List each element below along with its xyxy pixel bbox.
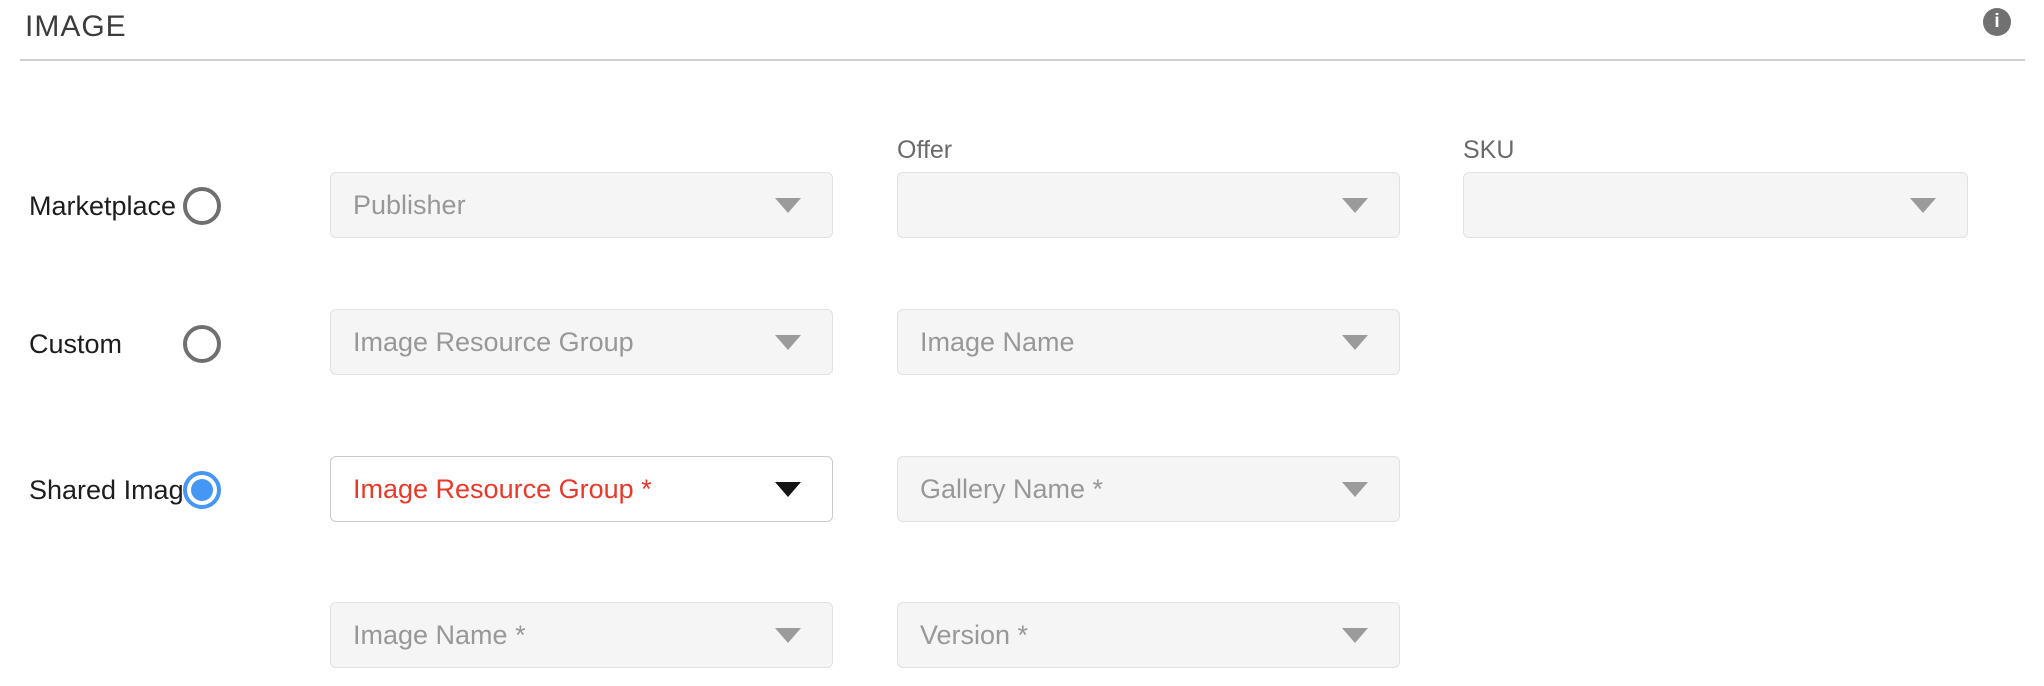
header-divider [20, 59, 2025, 61]
offer-field-label: Offer [897, 136, 952, 164]
custom-image-name-dropdown[interactable]: Image Name [897, 309, 1400, 375]
chevron-down-icon [1910, 198, 1936, 213]
radio-shared-image[interactable] [183, 471, 221, 509]
custom-image-resource-group-placeholder: Image Resource Group [353, 327, 634, 358]
sku-dropdown[interactable] [1463, 172, 1968, 238]
radio-label-marketplace: Marketplace [29, 190, 176, 222]
chevron-down-icon [775, 198, 801, 213]
custom-image-name-placeholder: Image Name [920, 327, 1075, 358]
chevron-down-icon [775, 335, 801, 350]
chevron-down-icon [1342, 198, 1368, 213]
chevron-down-icon [1342, 335, 1368, 350]
chevron-down-icon [1342, 482, 1368, 497]
shared-gallery-name-placeholder: Gallery Name * [920, 474, 1103, 505]
publisher-placeholder: Publisher [353, 190, 466, 221]
info-icon-glyph: i [1994, 11, 1999, 33]
shared-image-name-dropdown[interactable]: Image Name * [330, 602, 833, 668]
shared-version-dropdown[interactable]: Version * [897, 602, 1400, 668]
shared-image-name-placeholder: Image Name * [353, 620, 526, 651]
shared-version-placeholder: Version * [920, 620, 1028, 651]
publisher-dropdown[interactable]: Publisher [330, 172, 833, 238]
radio-label-custom: Custom [29, 328, 122, 360]
radio-marketplace[interactable] [183, 187, 221, 225]
radio-label-shared-image: Shared Image [29, 474, 199, 506]
chevron-down-icon [1342, 628, 1368, 643]
shared-image-resource-group-placeholder: Image Resource Group * [353, 474, 652, 505]
shared-image-resource-group-dropdown[interactable]: Image Resource Group * [330, 456, 833, 522]
radio-custom[interactable] [183, 325, 221, 363]
custom-image-resource-group-dropdown[interactable]: Image Resource Group [330, 309, 833, 375]
shared-gallery-name-dropdown[interactable]: Gallery Name * [897, 456, 1400, 522]
offer-dropdown[interactable] [897, 172, 1400, 238]
image-section: IMAGE i Offer SKU Marketplace Publisher … [0, 0, 2044, 686]
chevron-down-icon [775, 482, 801, 497]
chevron-down-icon [775, 628, 801, 643]
sku-field-label: SKU [1463, 136, 1968, 164]
section-title: IMAGE [25, 10, 127, 44]
info-icon[interactable]: i [1983, 8, 2011, 36]
